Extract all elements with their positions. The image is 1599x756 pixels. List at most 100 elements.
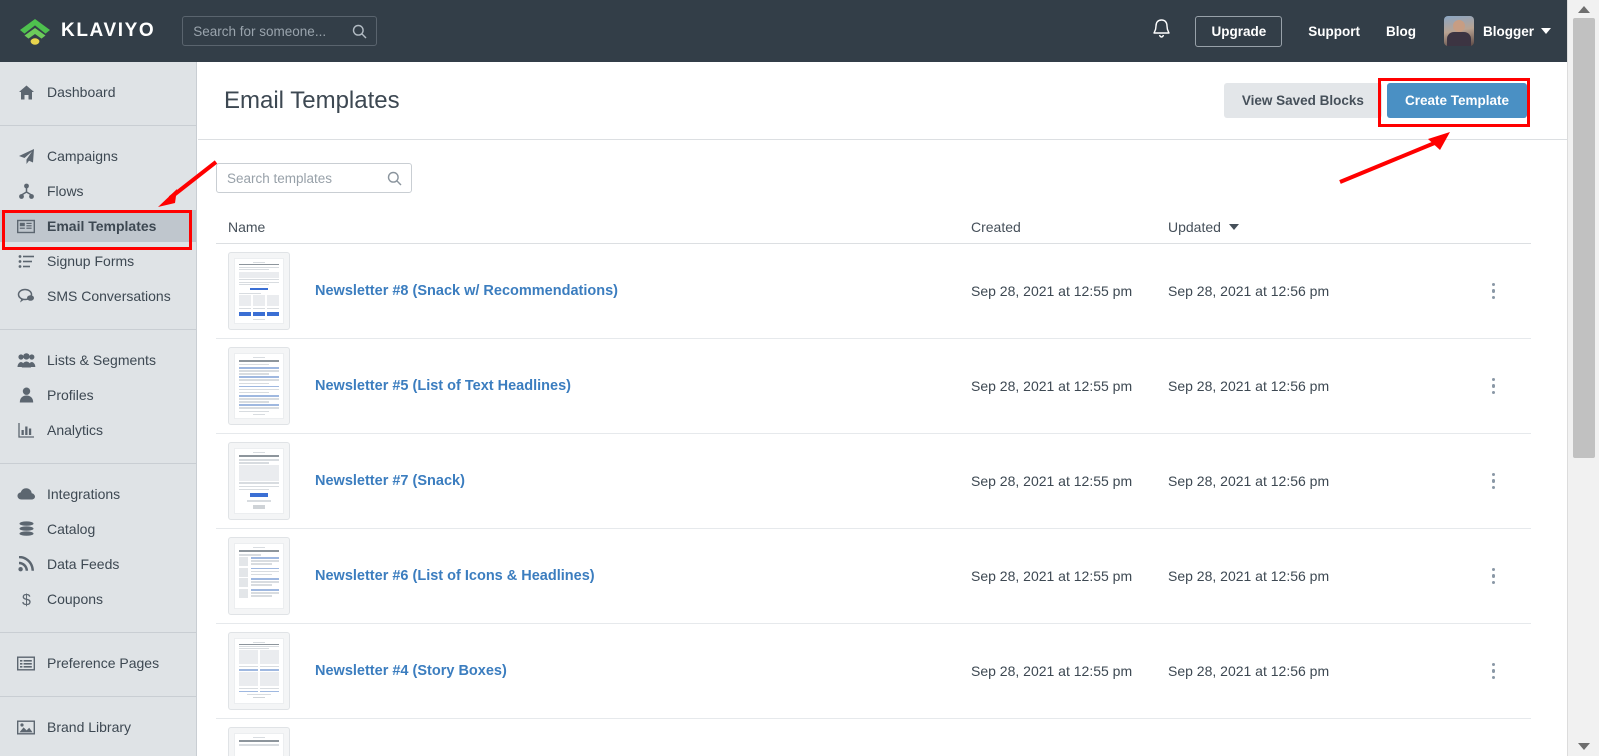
flow-branch-icon: [16, 183, 36, 200]
top-right-actions: Upgrade Support Blog Blogger: [1152, 16, 1551, 47]
template-name-link[interactable]: Newsletter #8 (Snack w/ Recommendations): [315, 283, 618, 299]
create-template-button[interactable]: Create Template: [1387, 83, 1527, 118]
template-name-link[interactable]: Newsletter #6 (List of Icons & Headlines…: [315, 568, 595, 584]
table-row[interactable]: Newsletter #5 (List of Text Headlines) S…: [216, 339, 1531, 434]
template-updated-date: Sep 28, 2021 at 12:56 pm: [1168, 378, 1458, 394]
template-updated-date: Sep 28, 2021 at 12:56 pm: [1168, 568, 1458, 584]
bell-icon[interactable]: [1152, 18, 1171, 44]
klaviyo-wordmark: KLAVIYO: [61, 20, 155, 42]
sidebar-group-messaging: Campaigns Flows: [0, 126, 196, 330]
sidebar-item-integrations[interactable]: Integrations: [0, 478, 196, 510]
sidebar-item-preference-pages[interactable]: Preference Pages: [0, 647, 196, 679]
cloud-icon: [16, 487, 36, 501]
sidebar-item-data-feeds[interactable]: Data Feeds: [0, 548, 196, 580]
template-thumbnail[interactable]: [228, 442, 290, 520]
column-header-created[interactable]: Created: [971, 219, 1168, 235]
klaviyo-logo[interactable]: KLAVIYO: [18, 16, 155, 46]
template-updated-date: Sep 28, 2021 at 12:56 pm: [1168, 283, 1458, 299]
avatar[interactable]: [1444, 16, 1474, 46]
template-created-date: Sep 28, 2021 at 12:55 pm: [971, 473, 1168, 489]
sidebar-item-brand-library[interactable]: Brand Library: [0, 711, 196, 743]
sidebar-item-campaigns[interactable]: Campaigns: [0, 140, 196, 172]
kebab-menu-icon[interactable]: [1488, 659, 1500, 684]
scroll-up-arrow-icon[interactable]: [1578, 6, 1590, 13]
table-row[interactable]: Newsletter #7 (Snack) Sep 28, 2021 at 12…: [216, 434, 1531, 529]
upgrade-button[interactable]: Upgrade: [1195, 16, 1282, 47]
template-created-date: Sep 28, 2021 at 12:55 pm: [971, 568, 1168, 584]
kebab-menu-icon[interactable]: [1488, 469, 1500, 494]
list-panel-icon: [16, 656, 36, 671]
kebab-menu-icon[interactable]: [1488, 374, 1500, 399]
column-header-name[interactable]: Name: [216, 219, 971, 235]
account-menu-label[interactable]: Blogger: [1483, 24, 1534, 39]
table-row[interactable]: Newsletter #4 (Story Boxes) Sep 28, 2021…: [216, 624, 1531, 719]
template-name-cell: Newsletter #5 (List of Text Headlines): [216, 347, 971, 425]
sidebar-group-main: Dashboard: [0, 62, 196, 126]
sidebar-item-label: Lists & Segments: [47, 352, 156, 368]
sidebar-item-label: Integrations: [47, 486, 120, 502]
template-thumbnail[interactable]: [228, 252, 290, 330]
kebab-menu-icon[interactable]: [1488, 279, 1500, 304]
form-list-icon: [16, 254, 36, 269]
template-thumbnail[interactable]: [228, 537, 290, 615]
template-name-cell: Newsletter #4 (Story Boxes): [216, 632, 971, 710]
sidebar-item-profiles[interactable]: Profiles: [0, 379, 196, 411]
page-scrollbar[interactable]: [1567, 0, 1599, 756]
support-link[interactable]: Support: [1308, 24, 1360, 39]
scrollbar-thumb[interactable]: [1573, 18, 1595, 458]
avatar-body: [1447, 32, 1471, 46]
sidebar-item-label: Campaigns: [47, 148, 118, 164]
sidebar-item-analytics[interactable]: Analytics: [0, 414, 196, 446]
sidebar-item-flows[interactable]: Flows: [0, 175, 196, 207]
page-header: Email Templates View Saved Blocks Create…: [198, 62, 1567, 140]
template-updated-date: Sep 28, 2021 at 12:56 pm: [1168, 473, 1458, 489]
global-search-input[interactable]: [183, 17, 343, 45]
table-row[interactable]: Newsletter #6 (List of Icons & Headlines…: [216, 529, 1531, 624]
bar-chart-icon: [16, 422, 36, 438]
search-templates[interactable]: [216, 163, 412, 193]
chevron-down-icon[interactable]: [1541, 28, 1551, 34]
scroll-down-arrow-icon[interactable]: [1578, 743, 1590, 750]
sidebar-item-lists-segments[interactable]: Lists & Segments: [0, 344, 196, 376]
template-thumbnail[interactable]: [228, 632, 290, 710]
sidebar-group-data: Integrations Catalog Data Feeds: [0, 464, 196, 633]
sidebar-item-label: Signup Forms: [47, 253, 134, 269]
sidebar-item-coupons[interactable]: $ Coupons: [0, 583, 196, 615]
sidebar-item-signup-forms[interactable]: Signup Forms: [0, 245, 196, 277]
sidebar-item-label: Brand Library: [47, 719, 131, 735]
table-row[interactable]: Newsletter #8 (Snack w/ Recommendations)…: [216, 244, 1531, 339]
search-templates-input[interactable]: [217, 164, 377, 192]
page-header-actions: View Saved Blocks Create Template: [1224, 83, 1527, 118]
main-content: Email Templates View Saved Blocks Create…: [198, 62, 1567, 756]
template-name-link[interactable]: Newsletter #5 (List of Text Headlines): [315, 378, 571, 394]
template-name-link[interactable]: Newsletter #4 (Story Boxes): [315, 663, 507, 679]
template-created-date: Sep 28, 2021 at 12:55 pm: [971, 378, 1168, 394]
sort-desc-arrow-icon: [1229, 224, 1239, 230]
view-saved-blocks-button[interactable]: View Saved Blocks: [1224, 83, 1382, 118]
kebab-menu-icon[interactable]: [1488, 564, 1500, 589]
template-thumbnail[interactable]: [228, 347, 290, 425]
template-name-cell: Newsletter #7 (Snack): [216, 442, 971, 520]
table-row[interactable]: [216, 719, 1531, 756]
column-header-updated[interactable]: Updated: [1168, 219, 1458, 235]
global-search[interactable]: [182, 16, 377, 46]
table-header-row: Name Created Updated: [216, 210, 1531, 244]
blog-link[interactable]: Blog: [1386, 24, 1416, 39]
templates-table: Name Created Updated: [216, 210, 1531, 756]
klaviyo-logo-icon: [18, 16, 52, 46]
sidebar-item-email-templates[interactable]: Email Templates: [0, 210, 196, 242]
sidebar-item-catalog[interactable]: Catalog: [0, 513, 196, 545]
template-created-date: Sep 28, 2021 at 12:55 pm: [971, 663, 1168, 679]
sidebar-item-sms-conversations[interactable]: SMS Conversations: [0, 280, 196, 312]
avatar-head: [1453, 20, 1465, 32]
sidebar-group-audience: Lists & Segments Profiles Analytics: [0, 330, 196, 464]
template-name-cell: Newsletter #8 (Snack w/ Recommendations): [216, 252, 971, 330]
template-thumbnail[interactable]: [228, 727, 290, 756]
sidebar-item-dashboard[interactable]: Dashboard: [0, 76, 196, 108]
newspaper-icon: [16, 219, 36, 234]
templates-toolbar: [198, 140, 1567, 193]
user-icon: [16, 387, 36, 403]
users-group-icon: [16, 353, 36, 368]
sidebar-item-label: SMS Conversations: [47, 288, 171, 304]
template-name-link[interactable]: Newsletter #7 (Snack): [315, 473, 465, 489]
